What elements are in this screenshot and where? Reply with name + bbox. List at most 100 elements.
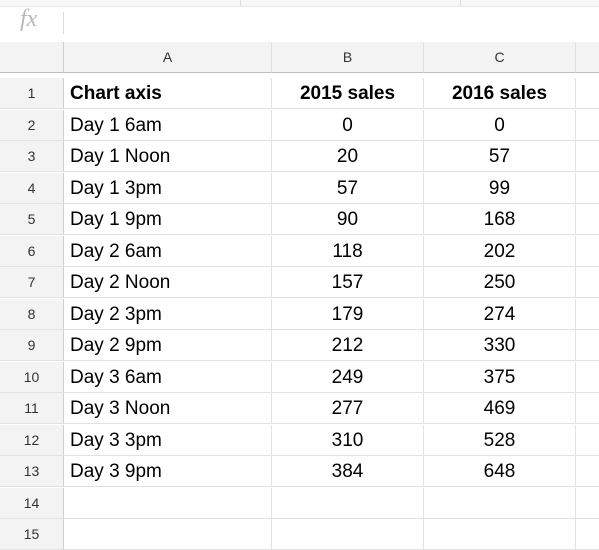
cell-c[interactable]: 469 (424, 393, 576, 424)
cell-d[interactable] (576, 173, 599, 204)
cell-c[interactable]: 528 (424, 424, 576, 456)
table-row: 4 Day 1 3pm 57 99 (0, 172, 599, 204)
select-all-corner[interactable] (0, 42, 64, 73)
cell-d[interactable] (576, 267, 599, 298)
fx-icon: fx (20, 6, 38, 32)
cell-b[interactable]: 2015 sales (272, 78, 424, 109)
table-row: 10 Day 3 6am 249 375 (0, 361, 599, 393)
table-row: 3 Day 1 Noon 20 57 (0, 141, 599, 172)
cell-d[interactable] (576, 425, 599, 456)
cell-b[interactable]: 57 (272, 172, 424, 204)
cell-a[interactable]: Day 3 6am (64, 361, 272, 393)
cell-b[interactable]: 90 (272, 204, 424, 235)
cell-a[interactable]: Day 2 9pm (64, 330, 272, 361)
table-row: 2 Day 1 6am 0 0 (0, 109, 599, 141)
cell-c[interactable]: 2016 sales (424, 78, 576, 109)
cell-d[interactable] (576, 330, 599, 361)
table-row: 6 Day 2 6am 118 202 (0, 235, 599, 267)
column-header-row: A B C (0, 42, 599, 73)
row-header[interactable]: 5 (0, 204, 64, 235)
row-header[interactable]: 12 (0, 424, 64, 456)
cell-c[interactable]: 202 (424, 235, 576, 267)
cell-b[interactable] (272, 519, 424, 550)
row-header[interactable]: 9 (0, 330, 64, 361)
cell-a[interactable]: Day 1 6am (64, 109, 272, 141)
cell-d[interactable] (576, 78, 599, 109)
cell-d[interactable] (576, 488, 599, 519)
cell-b[interactable]: 179 (272, 298, 424, 330)
column-header-a[interactable]: A (64, 42, 272, 73)
cell-a[interactable]: Day 2 3pm (64, 298, 272, 330)
cell-d[interactable] (576, 141, 599, 172)
cell-d[interactable] (576, 299, 599, 330)
cell-c[interactable]: 168 (424, 204, 576, 235)
formula-bar[interactable]: fx (0, 0, 599, 43)
row-header[interactable]: 6 (0, 235, 64, 267)
cell-b[interactable]: 212 (272, 330, 424, 361)
row-header[interactable]: 14 (0, 487, 64, 519)
cell-b[interactable]: 277 (272, 393, 424, 424)
cell-b[interactable] (272, 487, 424, 519)
row-header[interactable]: 8 (0, 298, 64, 330)
cell-a[interactable]: Day 2 Noon (64, 267, 272, 298)
row-header[interactable]: 7 (0, 267, 64, 298)
table-row: 14 (0, 487, 599, 519)
cell-c[interactable] (424, 519, 576, 550)
table-row: 5 Day 1 9pm 90 168 (0, 204, 599, 235)
cell-b[interactable]: 118 (272, 235, 424, 267)
column-header-c[interactable]: C (424, 42, 576, 73)
cell-c[interactable]: 330 (424, 330, 576, 361)
table-row: 12 Day 3 3pm 310 528 (0, 424, 599, 456)
row-header[interactable]: 2 (0, 109, 64, 141)
cell-b[interactable]: 20 (272, 141, 424, 172)
cell-d[interactable] (576, 393, 599, 424)
cell-d[interactable] (576, 204, 599, 235)
cell-a[interactable]: Day 3 3pm (64, 424, 272, 456)
cell-a[interactable]: Day 1 3pm (64, 172, 272, 204)
table-row: 1 Chart axis 2015 sales 2016 sales (0, 78, 599, 109)
toolbar-edge (0, 0, 599, 7)
row-header[interactable]: 11 (0, 393, 64, 424)
cell-d[interactable] (576, 236, 599, 267)
formula-bar-divider (63, 12, 64, 34)
cell-c[interactable]: 57 (424, 141, 576, 172)
cell-a[interactable]: Chart axis (64, 78, 272, 109)
cell-d[interactable] (576, 362, 599, 393)
table-row: 9 Day 2 9pm 212 330 (0, 330, 599, 361)
table-row: 13 Day 3 9pm 384 648 (0, 456, 599, 487)
cell-a[interactable]: Day 2 6am (64, 235, 272, 267)
cell-d[interactable] (576, 519, 599, 550)
cell-b[interactable]: 384 (272, 456, 424, 487)
cell-a[interactable]: Day 3 Noon (64, 393, 272, 424)
row-header[interactable]: 13 (0, 456, 64, 487)
table-row: 11 Day 3 Noon 277 469 (0, 393, 599, 424)
table-row: 7 Day 2 Noon 157 250 (0, 267, 599, 298)
cell-a[interactable]: Day 1 9pm (64, 204, 272, 235)
row-header[interactable]: 15 (0, 519, 64, 550)
row-header[interactable]: 4 (0, 172, 64, 204)
cell-d[interactable] (576, 110, 599, 141)
cell-b[interactable]: 310 (272, 424, 424, 456)
row-header[interactable]: 3 (0, 141, 64, 172)
cell-d[interactable] (576, 456, 599, 487)
cell-c[interactable]: 375 (424, 361, 576, 393)
row-header[interactable]: 10 (0, 361, 64, 393)
cell-c[interactable]: 99 (424, 172, 576, 204)
cell-c[interactable]: 0 (424, 109, 576, 141)
cell-c[interactable]: 648 (424, 456, 576, 487)
cell-b[interactable]: 249 (272, 361, 424, 393)
cell-b[interactable]: 157 (272, 267, 424, 298)
cell-a[interactable]: Day 3 9pm (64, 456, 272, 487)
cell-b[interactable]: 0 (272, 109, 424, 141)
cell-c[interactable]: 274 (424, 298, 576, 330)
table-row: 15 (0, 519, 599, 550)
column-header-d[interactable] (576, 42, 599, 73)
cell-c[interactable] (424, 487, 576, 519)
cell-c[interactable]: 250 (424, 267, 576, 298)
table-row: 8 Day 2 3pm 179 274 (0, 298, 599, 330)
row-header[interactable]: 1 (0, 78, 64, 109)
cell-a[interactable] (64, 487, 272, 519)
cell-a[interactable]: Day 1 Noon (64, 141, 272, 172)
cell-a[interactable] (64, 519, 272, 550)
column-header-b[interactable]: B (272, 42, 424, 73)
